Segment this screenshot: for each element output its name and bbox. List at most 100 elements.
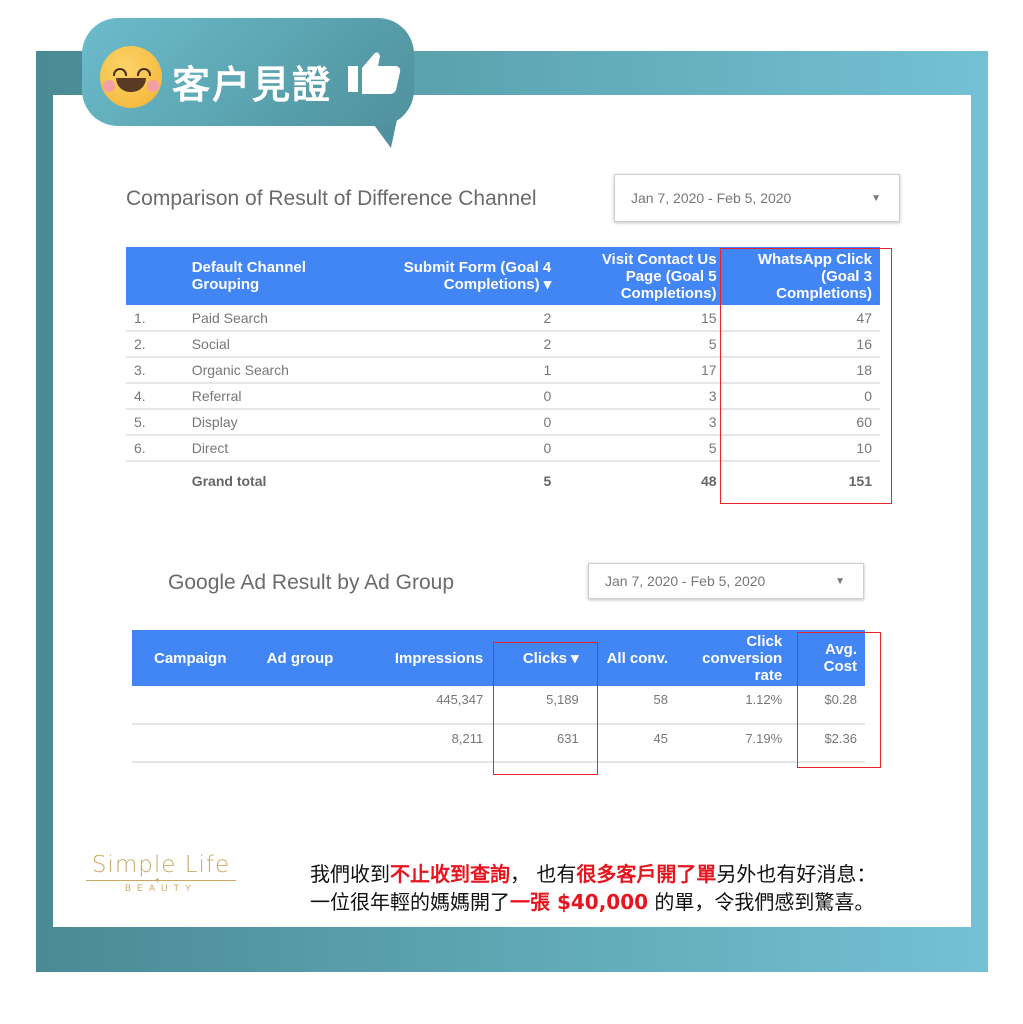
row-whatsapp-click: 0 bbox=[724, 383, 880, 410]
row-submit-form: 0 bbox=[374, 409, 560, 436]
row-impressions: 445,347 bbox=[370, 686, 492, 725]
total-label: Grand total bbox=[191, 472, 267, 489]
ad-table-header: Campaign Ad group Impressions Clicks ▾ A… bbox=[132, 630, 865, 686]
total-whatsapp-click: 151 bbox=[848, 472, 872, 489]
channel-table: Default Channel Grouping Submit Form (Go… bbox=[126, 247, 880, 499]
row-rank: 4. bbox=[126, 383, 176, 410]
row-submit-form: 0 bbox=[374, 435, 560, 462]
row-campaign bbox=[132, 724, 259, 763]
row-rank: 3. bbox=[126, 357, 176, 384]
row-rank: 6. bbox=[126, 435, 176, 462]
channel-table-row: 4. Referral 0 3 0 bbox=[126, 383, 880, 410]
row-visit-contact: 5 bbox=[559, 435, 725, 462]
grand-total-row: Grand total 5 48 151 bbox=[126, 461, 880, 499]
total-blank bbox=[126, 461, 176, 499]
ad-date-range-picker[interactable]: Jan 7, 2020 - Feb 5, 2020 ▼ bbox=[588, 563, 864, 599]
row-campaign bbox=[132, 686, 259, 725]
row-all-conv: 58 bbox=[586, 686, 676, 725]
row-channel: Display bbox=[175, 409, 375, 436]
ad-table-row: 8,211 631 45 7.19% $2.36 bbox=[132, 724, 865, 763]
channel-table-row: 5. Display 0 3 60 bbox=[126, 409, 880, 436]
row-submit-form: 0 bbox=[374, 383, 560, 410]
row-impressions: 8,211 bbox=[370, 724, 492, 763]
row-channel: Referral bbox=[175, 383, 375, 410]
channel-table-row: 2. Social 2 5 16 bbox=[126, 331, 880, 358]
row-visit-contact: 3 bbox=[559, 409, 725, 436]
caption-line-1: 我們收到不止收到查詢， 也有很多客戶開了單另外也有好消息： bbox=[310, 860, 876, 888]
row-channel: Paid Search bbox=[175, 305, 375, 332]
row-visit-contact: 5 bbox=[559, 331, 725, 358]
row-visit-contact: 3 bbox=[559, 383, 725, 410]
caption-highlight: 一張 $40,000 bbox=[510, 890, 649, 914]
row-clicks: 631 bbox=[491, 724, 587, 763]
channel-report-title: Comparison of Result of Difference Chann… bbox=[126, 187, 537, 210]
channel-table-row: 1. Paid Search 2 15 47 bbox=[126, 305, 880, 332]
caption-text: ， 也有 bbox=[510, 862, 577, 886]
col-channel[interactable]: Default Channel Grouping bbox=[175, 247, 375, 305]
row-whatsapp-click: 16 bbox=[724, 331, 880, 358]
col-campaign[interactable]: Campaign bbox=[132, 630, 259, 686]
dropdown-arrow-icon: ▼ bbox=[871, 192, 881, 204]
row-submit-form: 2 bbox=[374, 305, 560, 332]
dropdown-arrow-icon: ▼ bbox=[835, 575, 845, 587]
row-visit-contact: 15 bbox=[559, 305, 725, 332]
total-submit-form: 5 bbox=[543, 472, 552, 489]
caption-text: 一位很年輕的媽媽開了 bbox=[310, 890, 510, 914]
row-channel: Organic Search bbox=[175, 357, 375, 384]
date-range-label: Jan 7, 2020 - Feb 5, 2020 bbox=[605, 573, 766, 589]
row-submit-form: 1 bbox=[374, 357, 560, 384]
caption-text: 我們收到 bbox=[310, 862, 390, 886]
col-click-conv-rate[interactable]: Click conversion rate bbox=[676, 630, 791, 686]
row-all-conv: 45 bbox=[586, 724, 676, 763]
caption-line-2: 一位很年輕的媽媽開了一張 $40,000 的單，令我們感到驚喜。 bbox=[310, 888, 876, 916]
row-channel: Social bbox=[175, 331, 375, 358]
col-avg-cost[interactable]: Avg. Cost bbox=[790, 630, 865, 686]
row-visit-contact: 17 bbox=[559, 357, 725, 384]
row-submit-form: 2 bbox=[374, 331, 560, 358]
col-rank bbox=[126, 247, 176, 305]
row-avg-cost: $2.36 bbox=[790, 724, 865, 763]
header-title: 客户見證 bbox=[172, 63, 333, 107]
row-whatsapp-click: 60 bbox=[724, 409, 880, 436]
col-submit-form[interactable]: Submit Form (Goal 4 Completions) ▾ bbox=[374, 247, 560, 305]
col-visit-contact[interactable]: Visit Contact Us Page (Goal 5 Completion… bbox=[559, 247, 725, 305]
row-click-conv-rate: 1.12% bbox=[676, 686, 791, 725]
col-ad-group[interactable]: Ad group bbox=[258, 630, 371, 686]
logo-divider: ✦ bbox=[86, 876, 236, 885]
date-range-label: Jan 7, 2020 - Feb 5, 2020 bbox=[631, 190, 792, 206]
channel-date-range-picker[interactable]: Jan 7, 2020 - Feb 5, 2020 ▼ bbox=[614, 174, 900, 222]
caption-text: 的單，令我們感到驚喜。 bbox=[648, 890, 875, 914]
channel-table-row: 3. Organic Search 1 17 18 bbox=[126, 357, 880, 384]
row-rank: 1. bbox=[126, 305, 176, 332]
smiley-face-icon bbox=[100, 46, 162, 108]
caption-text: 另外也有好消息： bbox=[716, 862, 877, 886]
row-ad-group bbox=[258, 686, 371, 725]
row-clicks: 5,189 bbox=[491, 686, 587, 725]
logo-sub: BEAUTY bbox=[124, 883, 197, 893]
row-avg-cost: $0.28 bbox=[790, 686, 865, 725]
total-visit-contact: 48 bbox=[700, 472, 717, 489]
col-clicks[interactable]: Clicks ▾ bbox=[491, 630, 587, 686]
ad-table-row: 445,347 5,189 58 1.12% $0.28 bbox=[132, 686, 865, 725]
col-impressions[interactable]: Impressions bbox=[370, 630, 492, 686]
caption-highlight: 很多客戶開了單 bbox=[576, 862, 717, 886]
row-click-conv-rate: 7.19% bbox=[676, 724, 791, 763]
col-all-conv[interactable]: All conv. bbox=[586, 630, 676, 686]
row-rank: 5. bbox=[126, 409, 176, 436]
row-ad-group bbox=[258, 724, 371, 763]
caption-highlight: 不止收到查詢 bbox=[390, 862, 510, 886]
simple-life-logo: Simple Life ✦ BEAUTY bbox=[86, 852, 236, 893]
thumbs-up-icon bbox=[348, 52, 401, 94]
row-rank: 2. bbox=[126, 331, 176, 358]
row-whatsapp-click: 47 bbox=[724, 305, 880, 332]
row-whatsapp-click: 18 bbox=[724, 357, 880, 384]
channel-table-header: Default Channel Grouping Submit Form (Go… bbox=[126, 247, 880, 305]
channel-table-row: 6. Direct 0 5 10 bbox=[126, 435, 880, 462]
ad-report-title: Google Ad Result by Ad Group bbox=[168, 571, 455, 594]
logo-brand: Simple Life bbox=[91, 852, 231, 878]
col-whatsapp-click[interactable]: WhatsApp Click (Goal 3 Completions) bbox=[724, 247, 880, 305]
row-whatsapp-click: 10 bbox=[724, 435, 880, 462]
ad-group-table: Campaign Ad group Impressions Clicks ▾ A… bbox=[132, 630, 865, 763]
testimonial-caption: 我們收到不止收到查詢， 也有很多客戶開了單另外也有好消息： 一位很年輕的媽媽開了… bbox=[310, 860, 876, 916]
row-channel: Direct bbox=[175, 435, 375, 462]
